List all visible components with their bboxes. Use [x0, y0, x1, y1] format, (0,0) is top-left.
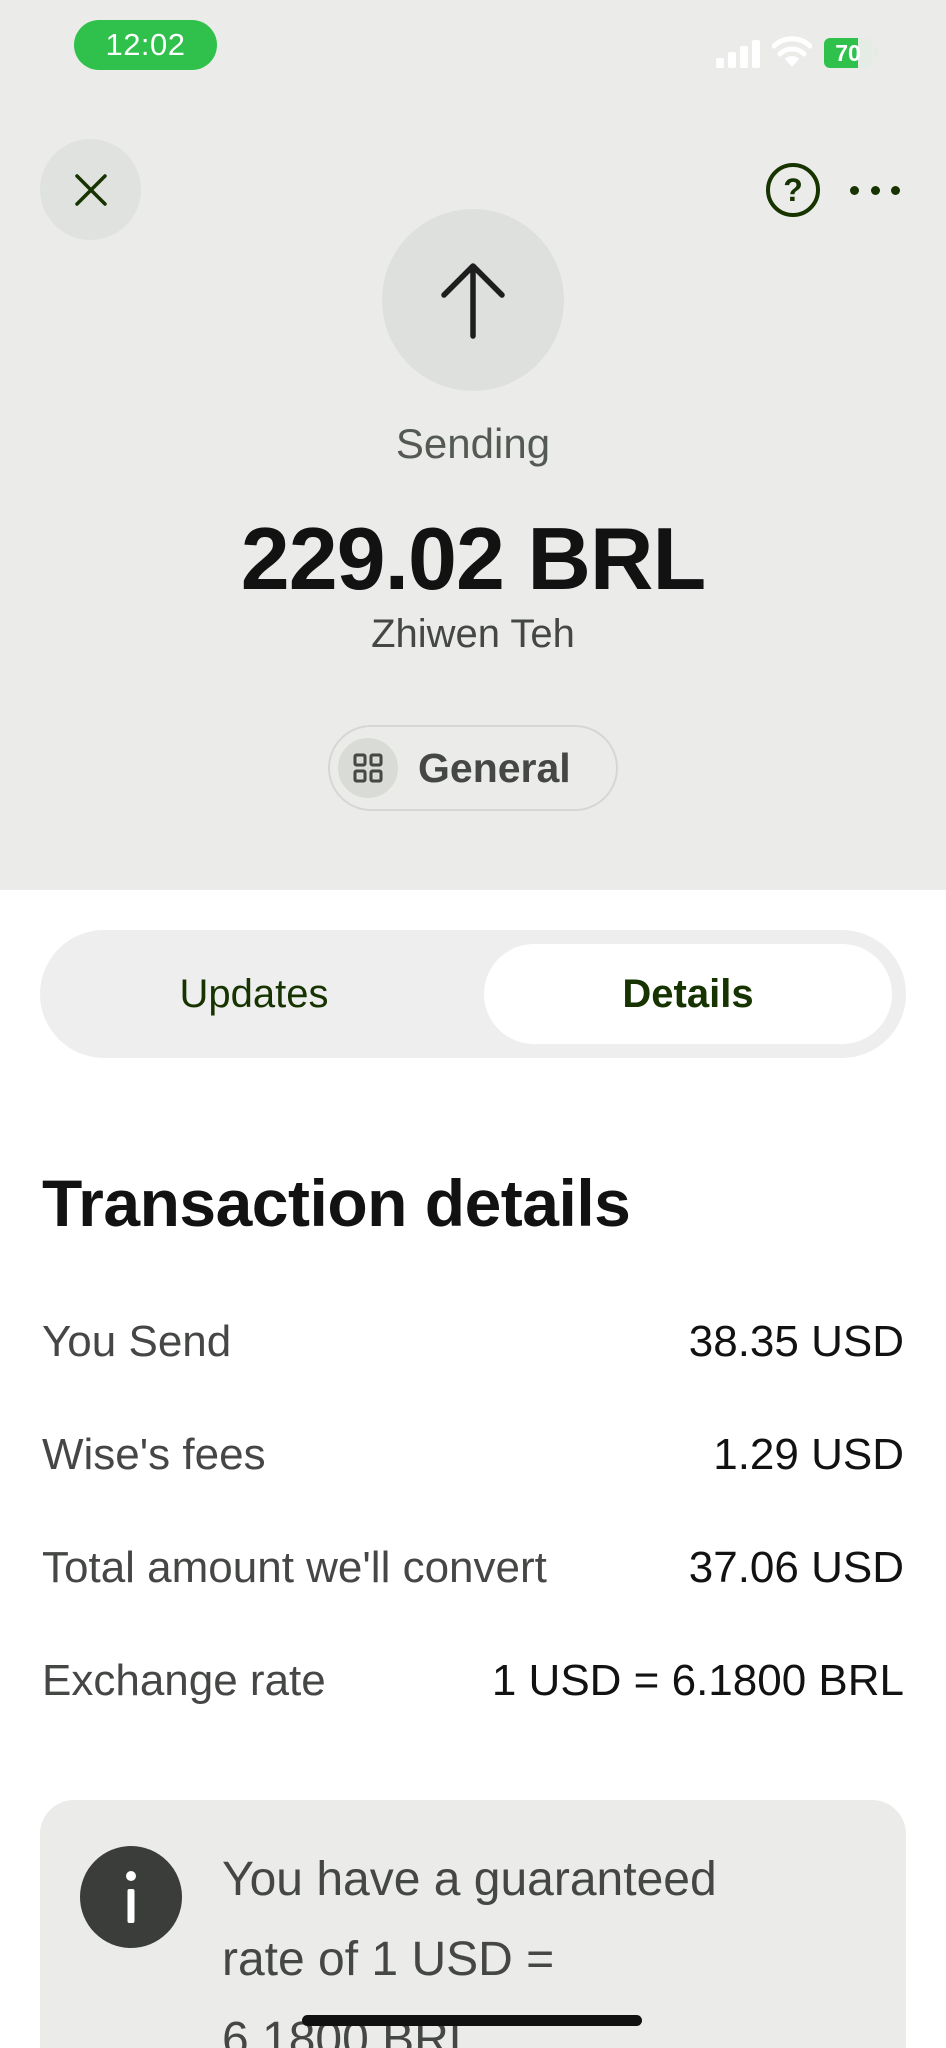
transfer-header-section: 12:02 70 ? Sending 229.02 BRL Zhiwen Teh… — [0, 0, 946, 890]
battery-icon: 70 — [824, 38, 878, 68]
signal-icon — [716, 38, 762, 68]
arrow-up-icon — [441, 263, 505, 339]
section-title: Transaction details — [42, 1166, 631, 1240]
detail-row-fees: Wise's fees 1.29 USD — [42, 1425, 904, 1485]
info-line: rate of 1 USD = — [222, 1933, 555, 1986]
battery-percent: 70 — [835, 40, 861, 66]
detail-row-exchange-rate: Exchange rate 1 USD = 6.1800 BRL — [42, 1651, 904, 1711]
more-icon — [850, 185, 859, 195]
grid-icon — [338, 738, 398, 798]
info-line: You have a guaranteed — [222, 1853, 717, 1906]
home-indicator[interactable] — [302, 2015, 642, 2026]
detail-value: 38.35 USD — [688, 1317, 904, 1366]
category-button[interactable]: General — [328, 725, 618, 811]
status-bar: 12:02 70 — [0, 0, 946, 100]
detail-value: 1 USD = 6.1800 BRL — [491, 1656, 904, 1705]
detail-label: You Send — [42, 1317, 232, 1366]
transfer-amount: 229.02 BRL — [240, 509, 706, 608]
recipient-name: Zhiwen Teh — [371, 612, 575, 656]
help-button[interactable]: ? — [766, 163, 820, 217]
detail-value: 37.06 USD — [688, 1543, 904, 1592]
close-button[interactable] — [40, 139, 141, 240]
detail-label: Total amount we'll convert — [42, 1543, 547, 1592]
transfer-details-screen: 12:02 70 ? Sending 229.02 BRL Zhiwen Teh… — [0, 0, 946, 2048]
more-options-button[interactable] — [850, 170, 900, 210]
guaranteed-rate-card: You have a guaranteed rate of 1 USD = 6.… — [40, 1800, 906, 2048]
help-icon: ? — [783, 171, 803, 208]
close-icon — [74, 173, 107, 206]
detail-value: 1.29 USD — [713, 1430, 904, 1479]
segmented-tabs: Updates Details — [40, 930, 906, 1058]
tab-updates[interactable]: Updates — [54, 944, 454, 1044]
detail-label: Exchange rate — [42, 1656, 326, 1705]
detail-row-total-convert: Total amount we'll convert 37.06 USD — [42, 1538, 904, 1598]
detail-row-you-send: You Send 38.35 USD — [42, 1312, 904, 1372]
tab-details[interactable]: Details — [484, 944, 892, 1044]
detail-label: Wise's fees — [42, 1430, 266, 1479]
sending-status-icon — [382, 209, 564, 391]
transfer-status-label: Sending — [395, 420, 551, 467]
status-time: 12:02 — [74, 20, 217, 70]
category-label: General — [418, 744, 571, 791]
wifi-icon — [771, 34, 813, 68]
info-icon — [80, 1846, 182, 1948]
